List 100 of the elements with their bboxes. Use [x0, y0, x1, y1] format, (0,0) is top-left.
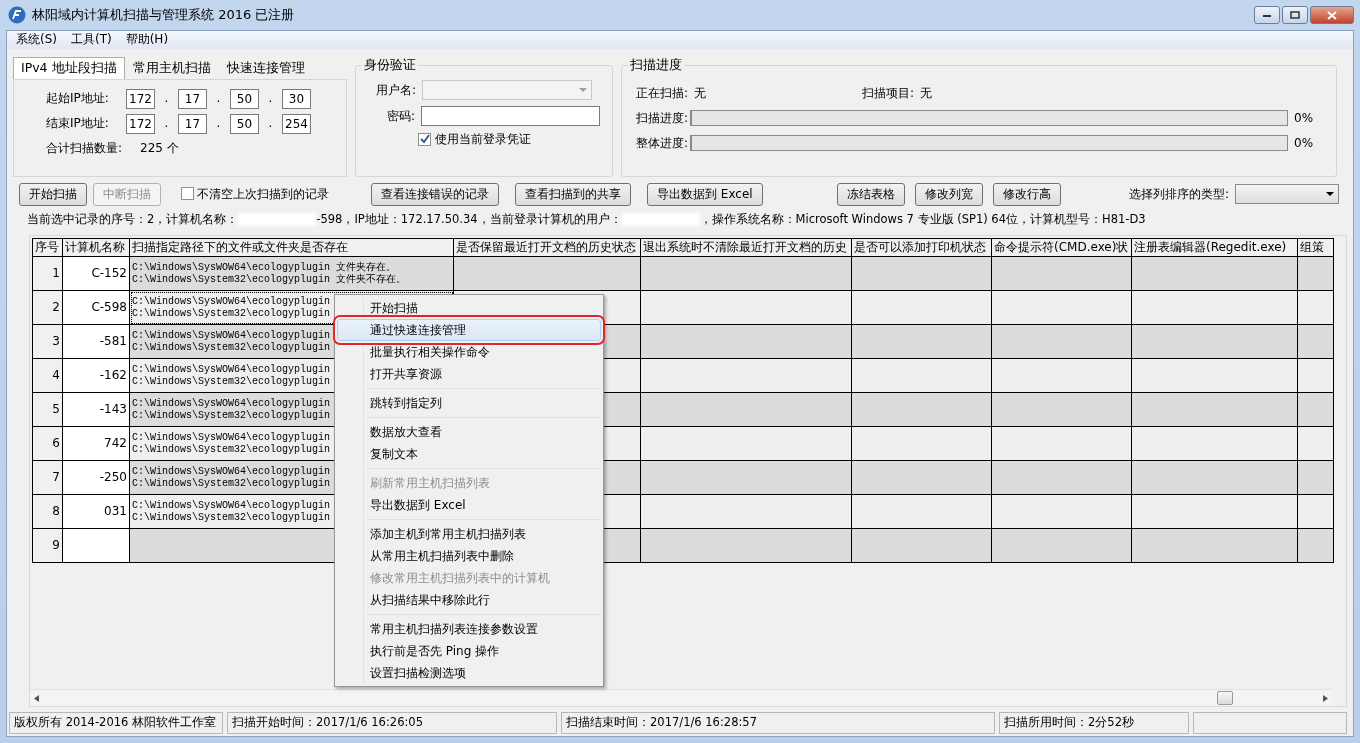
column-header[interactable]: 序号	[32, 238, 63, 257]
table-cell: -162	[62, 358, 130, 393]
toolbar-button[interactable]: 查看连接错误的记录	[371, 182, 499, 206]
column-header[interactable]: 命令提示符(CMD.exe)状	[991, 238, 1132, 257]
password-field[interactable]	[421, 106, 600, 126]
table-cell: C-598	[62, 290, 130, 325]
sort-label: 选择列排序的类型:	[1128, 186, 1229, 202]
tab[interactable]: 常用主机扫描	[124, 57, 219, 79]
ip-separator: .	[163, 116, 170, 131]
table-cell: C:\Windows\SysWOW64\ecologyplugin 文件夹存在。 C:\Windows\System32\ecologyplugin 文件夹不存在。	[129, 256, 454, 291]
ip-octet-field[interactable]: 50	[230, 113, 259, 134]
ip-octet-field[interactable]: 172	[126, 88, 155, 109]
ip-octet-field[interactable]: 254	[282, 113, 311, 134]
row-number: 2	[32, 290, 63, 325]
selection-info-text: 当前选中记录的序号：2，计算机名称：	[27, 213, 239, 228]
table-cell: 031	[62, 494, 130, 529]
app-logo-icon	[8, 6, 26, 24]
dropdown-arrow-icon	[579, 88, 587, 92]
progress-reading: 0%	[1294, 135, 1315, 151]
field-label: 扫描进度:	[636, 110, 689, 126]
status-panel: 版权所有 2014-2016 林阳软件工作室	[9, 712, 223, 734]
row-number: 4	[32, 358, 63, 393]
scroll-right-icon	[1323, 694, 1328, 702]
field-label: 正在扫描:	[636, 85, 689, 101]
status-value: 无	[694, 85, 708, 101]
field-label: 整体进度:	[636, 135, 689, 151]
ip-separator: .	[163, 91, 170, 106]
field-label: 起始IP地址:	[46, 91, 110, 106]
menu-item[interactable]: 系统(S)	[9, 31, 64, 49]
group-title: 身份验证	[362, 57, 418, 72]
checkbox[interactable]	[418, 132, 431, 146]
table-cell: -581	[62, 324, 130, 359]
status-panel: 扫描结束时间：2017/1/6 16:28:57	[561, 712, 995, 734]
ip-separator: .	[267, 116, 274, 131]
ip-octet-field[interactable]: 17	[178, 88, 207, 109]
column-header[interactable]: 组策	[1297, 238, 1334, 257]
status-panel: 扫描开始时间：2017/1/6 16:26:05	[227, 712, 557, 734]
close-button[interactable]	[1310, 6, 1354, 24]
toolbar-button[interactable]: 开始扫描	[19, 182, 87, 206]
minimize-button[interactable]	[1254, 6, 1280, 24]
column-header[interactable]: 计算机名称	[62, 238, 130, 257]
ip-octet-field[interactable]: 30	[282, 88, 311, 109]
toolbar-button[interactable]: 导出数据到 Excel	[647, 182, 763, 206]
row-number: 7	[32, 460, 63, 495]
column-header[interactable]: 扫描指定路径下的文件或文件夹是否存在	[129, 238, 454, 257]
tab[interactable]: 快速连接管理	[218, 57, 313, 79]
ip-octet-field[interactable]: 50	[230, 88, 259, 109]
scroll-left-icon	[34, 694, 39, 702]
context-menu-item[interactable]: 从常用主机扫描列表中删除	[337, 545, 601, 567]
context-menu-item[interactable]: 常用主机扫描列表连接参数设置	[337, 618, 601, 640]
table-cell: 742	[62, 426, 130, 461]
menu-item[interactable]: 工具(T)	[64, 31, 119, 49]
status-panel: 扫描所用时间：2分52秒	[999, 712, 1189, 734]
context-menu-item[interactable]: 执行前是否先 Ping 操作	[337, 640, 601, 662]
maximize-icon	[1290, 11, 1300, 19]
ip-octet-field[interactable]: 172	[126, 113, 155, 134]
progress-reading: 0%	[1294, 110, 1315, 126]
checkbox[interactable]	[181, 187, 194, 201]
column-header[interactable]: 退出系统时不清除最近打开文档的历史	[640, 238, 852, 257]
row-number: 1	[32, 256, 63, 291]
tab[interactable]: IPv4 地址段扫描	[13, 57, 125, 79]
selection-info-text: -598，IP地址：172.17.50.34，当前登录计算机的用户：	[316, 213, 622, 228]
row-number: 3	[32, 324, 63, 359]
table-cell: -143	[62, 392, 130, 427]
field-label: 用户名:	[374, 82, 416, 98]
column-header[interactable]: 是否可以添加打印机状态	[851, 238, 992, 257]
column-header[interactable]: 注册表编辑器(Regedit.exe)	[1131, 238, 1298, 257]
menu-item[interactable]: 帮助(H)	[118, 31, 176, 49]
ip-separator: .	[215, 116, 222, 131]
row-number: 9	[32, 528, 63, 563]
selection-info-text: ，操作系统名称：Microsoft Windows 7 专业版 (SP1) 64位，计算机型号：H81-D3	[699, 213, 1146, 228]
toolbar-button[interactable]: 修改列宽	[914, 182, 983, 206]
field-label: 扫描项目:	[862, 85, 915, 101]
toolbar-button[interactable]: 查看扫描到的共享	[515, 182, 631, 206]
row-number: 8	[32, 494, 63, 529]
ip-octet-field[interactable]: 17	[178, 113, 207, 134]
context-menu-item[interactable]: 从扫描结果中移除此行	[337, 589, 601, 611]
row-number: 5	[32, 392, 63, 427]
minimize-icon	[1262, 12, 1272, 18]
horizontal-scrollbar[interactable]	[30, 689, 1332, 706]
group-title: 扫描进度	[628, 57, 684, 72]
field-label: 密码:	[386, 108, 416, 124]
scrollbar-thumb[interactable]	[1217, 691, 1233, 705]
ip-separator: .	[215, 91, 222, 106]
close-icon	[1327, 10, 1337, 20]
table-cell: -250	[62, 460, 130, 495]
ip-separator: .	[267, 91, 274, 106]
maximize-button[interactable]	[1282, 6, 1308, 24]
count-value: 225 个	[140, 141, 179, 156]
column-header[interactable]: 是否保留最近打开文档的历史状态	[453, 238, 641, 257]
count-label: 合计扫描数量:	[46, 141, 123, 156]
checkbox-label: 不清空上次扫描到的记录	[197, 186, 329, 202]
toolbar-button[interactable]: 冻结表格	[836, 182, 905, 206]
dropdown-arrow-icon	[1326, 192, 1334, 196]
toolbar-button[interactable]: 修改行高	[992, 182, 1061, 206]
table-cell: C-152	[62, 256, 130, 291]
context-menu-item[interactable]: 设置扫描检测选项	[337, 662, 601, 684]
checkbox-label: 使用当前登录凭证	[435, 132, 531, 147]
window-title: 林阳域内计算机扫描与管理系统 2016 已注册	[32, 7, 295, 23]
sort-type-combo[interactable]	[1235, 184, 1339, 204]
